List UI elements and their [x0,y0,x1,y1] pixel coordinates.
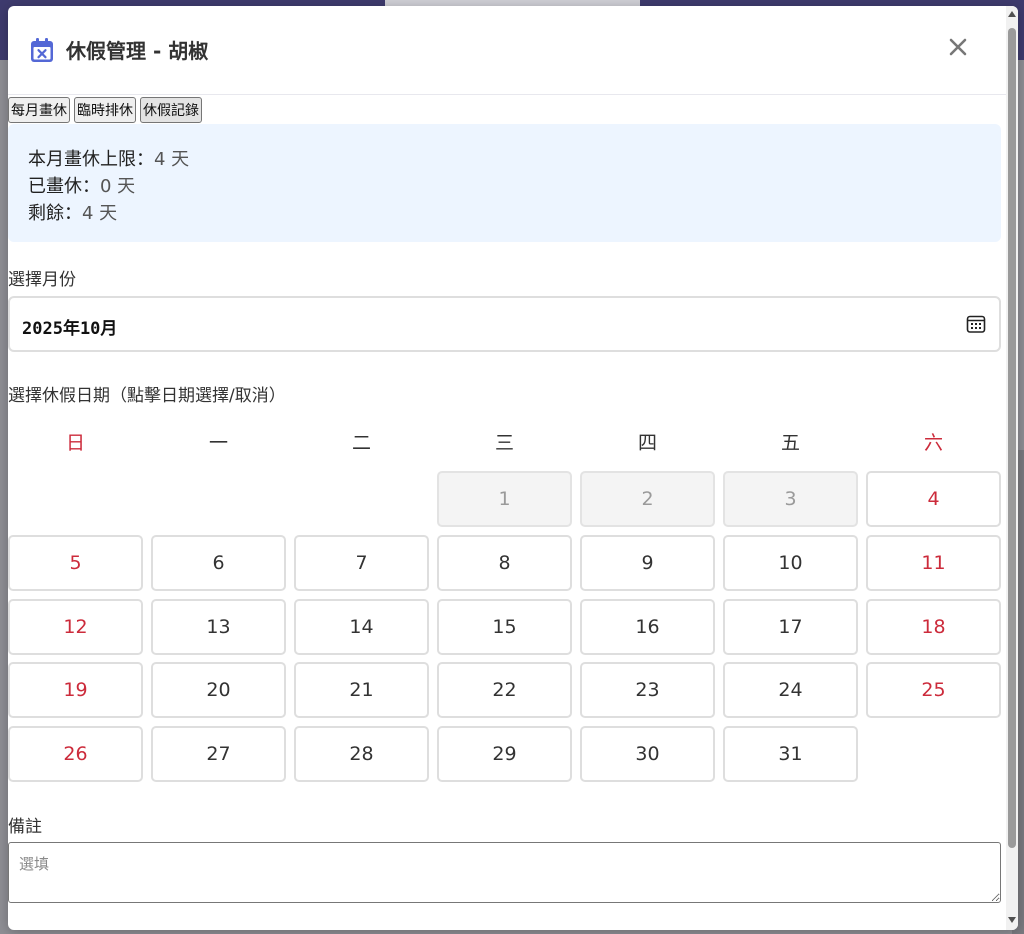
calendar-day-cell: 1 [437,471,572,527]
modal-header: 休假管理 - 胡椒 [8,6,1006,95]
month-value: 2025年10月 [22,319,118,339]
calendar-day-cell[interactable]: 8 [437,535,572,591]
calendar-day-cell[interactable]: 31 [723,726,858,782]
calendar-day-cell[interactable]: 26 [8,726,143,782]
month-label: 選擇月份 [8,270,76,290]
weekday-label: 一 [208,432,228,454]
calendar-icon[interactable] [966,314,986,334]
weekday-label: 日 [65,432,85,454]
weekday-label: 六 [923,432,943,454]
scrollbar[interactable] [1006,6,1018,930]
calendar-day-cell[interactable]: 11 [866,535,1001,591]
tab-leave-records[interactable]: 休假記錄 [140,97,202,123]
calendar-day-cell[interactable]: 16 [580,599,715,655]
tab-temporary-leave[interactable]: 臨時排休 [74,97,136,123]
calendar-day-cell[interactable]: 22 [437,662,572,718]
calendar-label: 選擇休假日期（點擊日期選擇/取消） [8,386,286,406]
calendar-day-cell[interactable]: 15 [437,599,572,655]
calendar-day-cell[interactable]: 9 [580,535,715,591]
calendar-day-cell[interactable]: 25 [866,662,1001,718]
weekday-label: 三 [494,432,514,454]
calendar-day-cell[interactable]: 19 [8,662,143,718]
calendar-day-cell[interactable]: 28 [294,726,429,782]
weekday-label: 四 [637,432,657,454]
tab-monthly-leave[interactable]: 每月畫休 [8,97,70,123]
calendar-day-cell[interactable]: 13 [151,599,286,655]
calendar-day-cell[interactable]: 7 [294,535,429,591]
calendar-day-cell: 3 [723,471,858,527]
month-input[interactable]: 2025年10月 [8,296,1001,352]
calendar-day-cell[interactable]: 17 [723,599,858,655]
calendar-day-cell[interactable]: 21 [294,662,429,718]
calendar-day-cell[interactable]: 14 [294,599,429,655]
calendar-day-cell[interactable]: 29 [437,726,572,782]
tab-bar: 每月畫休 臨時排休 休假記錄 [8,97,202,123]
note-label: 備註 [8,817,42,837]
calendar-day-cell[interactable]: 18 [866,599,1001,655]
note-textarea[interactable] [8,842,1001,903]
calendar-day-cell[interactable]: 4 [866,471,1001,527]
calendar-day-cell[interactable]: 12 [8,599,143,655]
calendar-x-icon [31,38,53,62]
calendar-day-cell: 2 [580,471,715,527]
quota-used: 已畫休：0 天 [28,176,136,197]
quota-remaining: 剩餘：4 天 [28,203,118,224]
calendar-day-cell[interactable]: 24 [723,662,858,718]
scroll-up-arrow-icon[interactable] [1008,10,1016,18]
calendar-day-cell[interactable]: 30 [580,726,715,782]
calendar-day-cell[interactable]: 10 [723,535,858,591]
scroll-thumb[interactable] [1008,28,1016,848]
vacation-modal: 休假管理 - 胡椒 每月畫休 臨時排休 休假記錄 本月畫休上限：4 天 已畫休：… [8,6,1018,930]
quota-summary: 本月畫休上限：4 天 已畫休：0 天 剩餘：4 天 [8,124,1001,242]
weekday-label: 二 [351,432,371,454]
modal-title: 休假管理 - 胡椒 [66,39,209,63]
calendar-day-cell[interactable]: 6 [151,535,286,591]
scroll-down-arrow-icon[interactable] [1008,916,1016,924]
weekday-label: 五 [780,432,800,454]
quota-limit: 本月畫休上限：4 天 [28,149,190,170]
close-icon[interactable] [945,34,971,60]
calendar-day-cell[interactable]: 27 [151,726,286,782]
calendar-day-cell[interactable]: 23 [580,662,715,718]
calendar-day-cell[interactable]: 5 [8,535,143,591]
calendar-day-cell[interactable]: 20 [151,662,286,718]
